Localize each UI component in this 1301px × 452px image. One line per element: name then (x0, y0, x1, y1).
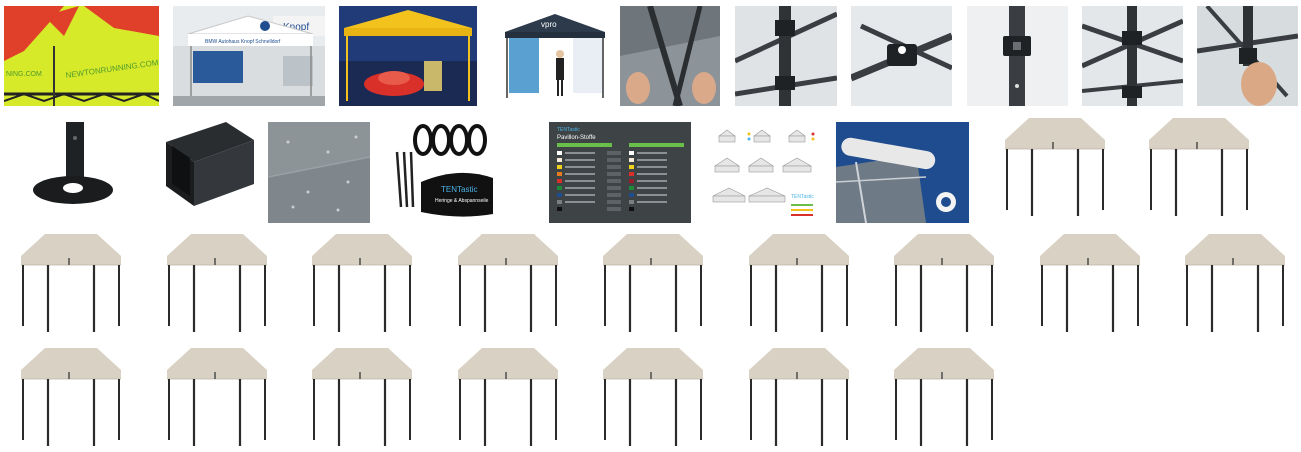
svg-text:vpro: vpro (541, 20, 557, 29)
tent-variant-photo[interactable] (147, 226, 287, 338)
tent-variant-photo[interactable] (583, 226, 723, 338)
tent-yellow-night-photo[interactable] (339, 6, 477, 106)
bag-brand-text: TENTastic (441, 185, 477, 194)
frame-hand-adjust-photo[interactable] (1197, 6, 1298, 106)
product-image-gallery: { "gallery": { "row1": [ {"name": "tent-… (0, 0, 1301, 448)
size-chart-brand-text: TENTastic (791, 194, 814, 200)
tent-variant-photo[interactable] (874, 340, 1014, 452)
bag-caption-text: Heringe & Abspannseile (435, 198, 489, 204)
chart-brand-text: TENTastic (557, 127, 580, 133)
color-chart-photo[interactable]: TENTastic Pavillon-Stoffe (549, 122, 691, 223)
tent-booth-photo[interactable]: vpro (503, 10, 607, 106)
tent-variant-photo[interactable] (438, 340, 578, 452)
tent-variant-photo[interactable] (729, 340, 869, 452)
frame-leg-photo[interactable] (967, 6, 1068, 106)
tent-variant-photo[interactable] (729, 226, 869, 338)
sidewall-roll-photo[interactable] (836, 122, 969, 223)
tent-variant-photo[interactable] (1, 340, 141, 452)
frame-joint-photo[interactable] (735, 6, 837, 106)
tent-variant-photo[interactable] (438, 226, 578, 338)
size-chart-photo[interactable]: TENTastic (709, 122, 821, 223)
frame-hands-photo[interactable] (620, 6, 720, 106)
square-profile-photo[interactable] (166, 122, 254, 206)
tent-variant-photo[interactable] (1020, 226, 1160, 338)
tent-variant-photo[interactable] (583, 340, 723, 452)
frame-bracket-photo[interactable] (851, 6, 952, 106)
tent-variant-photo[interactable] (147, 340, 287, 452)
foot-plate-photo[interactable] (28, 122, 118, 212)
tent-bmw-dealer-photo[interactable]: Knopf BMW Autohaus Knopf Schnelldorf (173, 6, 325, 106)
accessories-photo[interactable]: TENTastic Heringe & Abspannseile (389, 122, 495, 220)
fabric-rain-photo[interactable] (268, 122, 370, 223)
tent-variant-photo[interactable] (1129, 110, 1269, 222)
svg-text:NING.COM: NING.COM (6, 71, 42, 78)
tent-variant-photo[interactable] (292, 226, 432, 338)
tent-variant-photo[interactable] (1, 226, 141, 338)
tent-variant-photo[interactable] (985, 110, 1125, 222)
tent-variant-photo[interactable] (292, 340, 432, 452)
tent-variant-photo[interactable] (874, 226, 1014, 338)
frame-truss-photo[interactable] (1082, 6, 1183, 106)
tent-variant-photo[interactable] (1165, 226, 1301, 338)
dealer-tent-text: BMW Autohaus Knopf Schnelldorf (205, 39, 281, 45)
tent-neon-print-photo[interactable]: NEWTONRUNNING.COM NING.COM (4, 6, 159, 106)
chart-title-text: Pavillon-Stoffe (557, 135, 596, 141)
